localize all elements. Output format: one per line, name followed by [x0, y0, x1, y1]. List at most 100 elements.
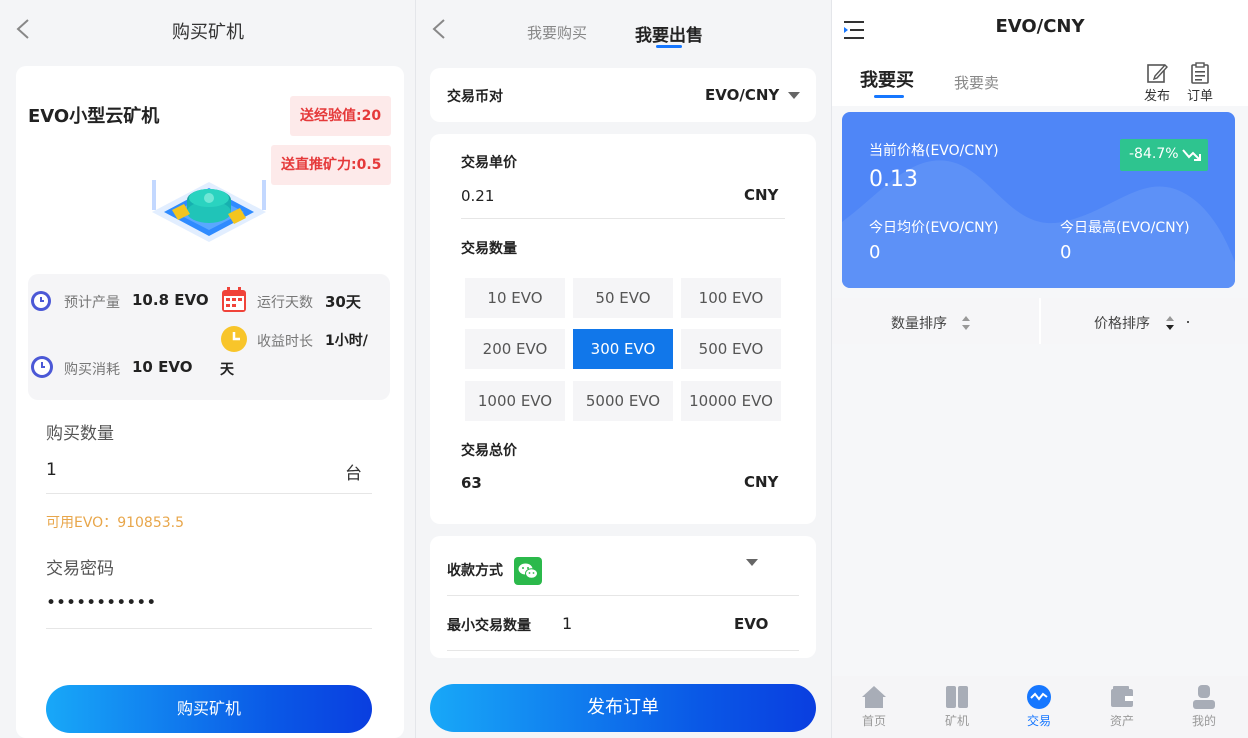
high-label: 今日最高(EVO/CNY)	[1060, 220, 1190, 236]
back-arrow-icon[interactable]	[430, 18, 452, 40]
orders-label[interactable]: 订单	[1187, 85, 1213, 104]
wechat-icon[interactable]	[514, 557, 542, 585]
amount-option-10000[interactable]: 10000 EVO	[681, 381, 781, 421]
tab-mine[interactable]: 我的	[1174, 684, 1234, 729]
change-value: -84.7%	[1129, 146, 1179, 162]
panel-separator	[415, 0, 416, 738]
password-input[interactable]: •••••••••••	[46, 593, 366, 613]
bottom-tabbar: 首页 矿机 交易 资产 我的	[832, 676, 1248, 738]
avg-label: 今日均价(EVO/CNY)	[869, 220, 999, 236]
price-card: 当前价格(EVO/CNY) 0.13 -84.7% 今日均价(EVO/CNY) …	[842, 112, 1235, 288]
miner-icon	[946, 686, 968, 708]
est-output-label: 预计产量	[64, 295, 120, 311]
sell-panel: 我要购买 我要出售 交易币对 EVO/CNY 交易单价 0.21 CNY 交易数…	[416, 0, 832, 738]
high-value: 0	[1060, 242, 1072, 263]
run-days-label: 运行天数	[257, 295, 313, 311]
market-panel: EVO/CNY 我要买 我要卖 发布 订单 数量排序 价格排序	[832, 0, 1248, 738]
product-name: EVO小型云矿机	[28, 106, 160, 127]
page-title: EVO/CNY	[995, 16, 1085, 37]
list-area	[832, 344, 1248, 676]
amount-option-5000[interactable]: 5000 EVO	[573, 381, 673, 421]
qty-label: 交易数量	[461, 241, 517, 257]
current-price-value: 0.13	[869, 167, 918, 192]
qty-input[interactable]: 1	[46, 460, 336, 480]
current-price-label: 当前价格(EVO/CNY)	[869, 143, 999, 159]
orders-icon[interactable]	[1190, 62, 1210, 84]
total-value: 63	[461, 474, 482, 492]
tab-buy[interactable]: 我要买	[860, 66, 914, 92]
cost-value: 10 EVO	[132, 358, 193, 376]
page-title: 购买矿机	[172, 22, 244, 43]
sort-qty[interactable]: 数量排序	[891, 313, 947, 333]
sort-price-icon[interactable]	[1165, 315, 1175, 331]
trade-icon	[1027, 685, 1051, 709]
publish-order-button[interactable]: 发布订单	[430, 684, 816, 732]
publish-label[interactable]: 发布	[1144, 85, 1170, 104]
amount-option-50[interactable]: 50 EVO	[573, 278, 673, 318]
sort-price[interactable]: 价格排序	[1094, 313, 1150, 333]
total-label: 交易总价	[461, 443, 517, 459]
pair-dropdown-icon[interactable]	[788, 92, 800, 99]
min-input[interactable]: 1	[562, 614, 572, 633]
income-value-1: 1小时/	[325, 333, 368, 349]
cost-clock-icon	[31, 356, 53, 378]
edit-icon[interactable]	[1146, 62, 1168, 84]
tab-sell[interactable]: 我要出售	[635, 21, 703, 46]
est-output-value: 10.8 EVO	[132, 291, 209, 309]
amount-option-200[interactable]: 200 EVO	[465, 329, 565, 369]
sort-qty-icon[interactable]	[961, 315, 971, 331]
pair-value[interactable]: EVO/CNY	[705, 86, 779, 104]
run-days-value: 30天	[325, 293, 361, 311]
tab-sell[interactable]: 我要卖	[954, 72, 999, 93]
tab-buy-indicator	[874, 95, 904, 98]
available-evo: 可用EVO：910853.5	[46, 515, 184, 531]
power-badge: 送直推矿力:0.5	[271, 145, 392, 185]
wallet-icon	[1111, 686, 1133, 707]
tab-trade-label: 交易	[1026, 714, 1051, 728]
income-label: 收益时长	[257, 334, 313, 350]
qty-label: 购买数量	[46, 424, 114, 444]
buy-miner-button[interactable]: 购买矿机	[46, 685, 372, 733]
exp-badge: 送经验值:20	[290, 96, 392, 136]
payment-card	[430, 536, 816, 658]
header: 购买矿机	[0, 0, 416, 58]
panel-separator	[831, 0, 832, 738]
min-label: 最小交易数量	[447, 618, 531, 634]
tab-trade[interactable]: 交易	[1009, 684, 1069, 729]
miner-illustration-icon	[152, 180, 266, 242]
tab-mine-label: 我的	[1191, 714, 1216, 728]
avg-value: 0	[869, 242, 881, 263]
amount-option-1000[interactable]: 1000 EVO	[465, 381, 565, 421]
dot-icon	[1187, 321, 1189, 323]
price-input[interactable]: 0.21	[461, 187, 494, 205]
tab-home-label: 首页	[861, 714, 886, 728]
user-icon	[1193, 685, 1215, 709]
tab-assets[interactable]: 资产	[1092, 684, 1152, 729]
payment-label: 收款方式	[447, 563, 503, 579]
tab-miner-label: 矿机	[944, 714, 969, 728]
total-unit: CNY	[744, 473, 779, 491]
price-unit: CNY	[744, 186, 779, 204]
buy-miner-panel: 购买矿机 EVO小型云矿机 送经验值:20 送直推矿力:0.5 预计产量 10.…	[0, 0, 416, 738]
payment-dropdown-icon[interactable]	[746, 559, 758, 566]
amount-option-300[interactable]: 300 EVO	[573, 329, 673, 369]
tab-buy[interactable]: 我要购买	[527, 22, 587, 43]
amount-option-10[interactable]: 10 EVO	[465, 278, 565, 318]
min-divider	[447, 650, 799, 651]
tab-assets-label: 资产	[1109, 714, 1134, 728]
tab-home[interactable]: 首页	[844, 684, 904, 729]
pwd-divider	[46, 628, 372, 629]
tab-sell-indicator	[656, 45, 682, 48]
qty-unit: 台	[345, 464, 362, 484]
amount-option-500[interactable]: 500 EVO	[681, 329, 781, 369]
price-divider	[461, 218, 785, 219]
cost-label: 购买消耗	[64, 362, 120, 378]
trend-down-icon	[1182, 149, 1201, 161]
amount-option-100[interactable]: 100 EVO	[681, 278, 781, 318]
sort-divider	[1039, 298, 1041, 344]
tab-miner[interactable]: 矿机	[927, 684, 987, 729]
change-badge: -84.7%	[1120, 139, 1208, 171]
price-label: 交易单价	[461, 155, 517, 171]
calendar-icon	[222, 287, 246, 312]
min-unit: EVO	[734, 615, 769, 633]
